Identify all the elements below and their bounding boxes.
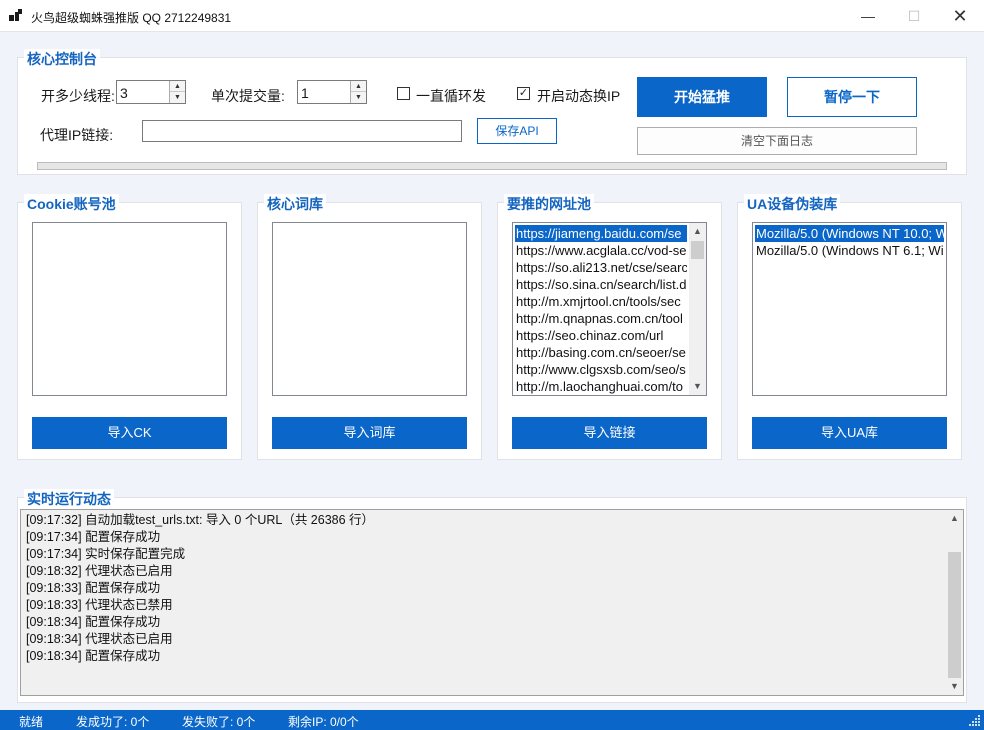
- batch-down-arrow-icon[interactable]: ▼: [351, 92, 366, 103]
- url-list-item[interactable]: http://www.clgsxsb.com/seo/s: [515, 361, 687, 378]
- resize-grip-icon[interactable]: [969, 715, 981, 727]
- log-line: [09:18:33] 配置保存成功: [26, 581, 161, 595]
- ua-pool-title: UA设备伪装库: [744, 194, 841, 214]
- status-bar: 就绪 发成功了: 0个 发失败了: 0个 剩余IP: 0/0个: [0, 710, 984, 730]
- status-remaining-ip: 剩余IP: 0/0个: [288, 715, 359, 729]
- title-bar: 火鸟超级蜘蛛强推版 QQ 2712249831 — ☐ ✕: [0, 0, 984, 32]
- scroll-thumb[interactable]: [691, 241, 704, 259]
- keyword-list[interactable]: [272, 222, 467, 396]
- log-line: [09:18:32] 代理状态已启用: [26, 564, 173, 578]
- url-pool-title: 要推的网址池: [504, 194, 594, 214]
- threads-stepper[interactable]: 3 ▲ ▼: [116, 80, 186, 104]
- log-line: [09:18:34] 代理状态已启用: [26, 632, 173, 646]
- ua-list-item[interactable]: Mozilla/5.0 (Windows NT 10.0; W: [755, 225, 944, 242]
- url-list-item[interactable]: https://so.ali213.net/cse/searc: [515, 259, 687, 276]
- import-keywords-button[interactable]: 导入词库: [272, 417, 467, 449]
- log-line: [09:18:33] 代理状态已禁用: [26, 598, 173, 612]
- dynamic-ip-label[interactable]: 开启动态换IP: [537, 86, 620, 106]
- dynamic-ip-checkbox[interactable]: ✓: [517, 87, 530, 100]
- ua-list[interactable]: Mozilla/5.0 (Windows NT 10.0; W Mozilla/…: [752, 222, 947, 396]
- url-list-item[interactable]: https://so.sina.cn/search/list.d: [515, 276, 687, 293]
- threads-up-arrow-icon[interactable]: ▲: [170, 81, 185, 92]
- scroll-down-icon[interactable]: ▼: [689, 378, 706, 395]
- loop-checkbox[interactable]: [397, 87, 410, 100]
- proxy-input[interactable]: [142, 120, 462, 142]
- progress-bar: [37, 162, 947, 170]
- batch-up-arrow-icon[interactable]: ▲: [351, 81, 366, 92]
- loop-label[interactable]: 一直循环发: [416, 86, 486, 106]
- url-list-item[interactable]: http://m.qnapnas.com.cn/tool: [515, 310, 687, 327]
- control-panel-title: 核心控制台: [24, 49, 100, 69]
- start-button[interactable]: 开始猛推: [637, 77, 767, 117]
- app-icon: [9, 9, 23, 23]
- url-list-item[interactable]: http://m.laochanghuai.com/to: [515, 378, 687, 395]
- proxy-label: 代理IP链接:: [40, 127, 114, 143]
- status-fail-count: 发失败了: 0个: [182, 715, 256, 729]
- scroll-up-icon[interactable]: ▲: [946, 510, 963, 527]
- batch-label: 单次提交量:: [211, 88, 285, 104]
- keyword-pool-title: 核心词库: [264, 194, 326, 214]
- url-list-scrollbar[interactable]: ▲ ▼: [689, 223, 706, 395]
- threads-down-arrow-icon[interactable]: ▼: [170, 92, 185, 103]
- url-list-item[interactable]: http://m.xmjrtool.cn/tools/sec: [515, 293, 687, 310]
- url-list-item[interactable]: https://seo.chinaz.com/url: [515, 327, 687, 344]
- batch-stepper[interactable]: 1 ▲ ▼: [297, 80, 367, 104]
- cookie-pool-title: Cookie账号池: [24, 194, 119, 214]
- url-list[interactable]: https://jiameng.baidu.com/se https://www…: [512, 222, 707, 396]
- log-scrollbar[interactable]: ▲ ▼: [946, 510, 963, 695]
- pause-button[interactable]: 暂停一下: [787, 77, 917, 117]
- ua-list-item[interactable]: Mozilla/5.0 (Windows NT 6.1; Wi: [755, 242, 944, 259]
- save-api-button[interactable]: 保存API: [477, 118, 557, 144]
- scroll-down-icon[interactable]: ▼: [946, 678, 963, 695]
- log-line: [09:17:32] 自动加载test_urls.txt: 导入 0 个URL（…: [26, 513, 375, 527]
- url-list-item[interactable]: http://basing.com.cn/seoer/se: [515, 344, 687, 361]
- clear-log-button[interactable]: 清空下面日志: [637, 127, 917, 155]
- log-textarea[interactable]: [09:17:32] 自动加载test_urls.txt: 导入 0 个URL（…: [20, 509, 964, 696]
- maximize-button[interactable]: ☐: [891, 0, 937, 32]
- threads-value: 3: [120, 85, 128, 101]
- cookie-list[interactable]: [32, 222, 227, 396]
- url-list-item[interactable]: https://www.acglala.cc/vod-se: [515, 242, 687, 259]
- log-line: [09:18:34] 配置保存成功: [26, 649, 161, 663]
- import-ua-button[interactable]: 导入UA库: [752, 417, 947, 449]
- status-success-count: 发成功了: 0个: [76, 715, 150, 729]
- url-list-item[interactable]: https://jiameng.baidu.com/se: [515, 225, 687, 242]
- close-button[interactable]: ✕: [937, 0, 983, 32]
- import-ck-button[interactable]: 导入CK: [32, 417, 227, 449]
- minimize-button[interactable]: —: [845, 0, 891, 32]
- log-line: [09:17:34] 实时保存配置完成: [26, 547, 186, 561]
- status-ready: 就绪: [19, 715, 44, 729]
- import-urls-button[interactable]: 导入链接: [512, 417, 707, 449]
- scroll-up-icon[interactable]: ▲: [689, 223, 706, 240]
- log-line: [09:17:34] 配置保存成功: [26, 530, 161, 544]
- window-title: 火鸟超级蜘蛛强推版 QQ 2712249831: [31, 11, 232, 25]
- scroll-thumb[interactable]: [948, 552, 961, 678]
- log-line: [09:18:34] 配置保存成功: [26, 615, 161, 629]
- log-panel-title: 实时运行动态: [24, 489, 114, 509]
- batch-value: 1: [301, 85, 309, 101]
- threads-label: 开多少线程:: [41, 88, 115, 104]
